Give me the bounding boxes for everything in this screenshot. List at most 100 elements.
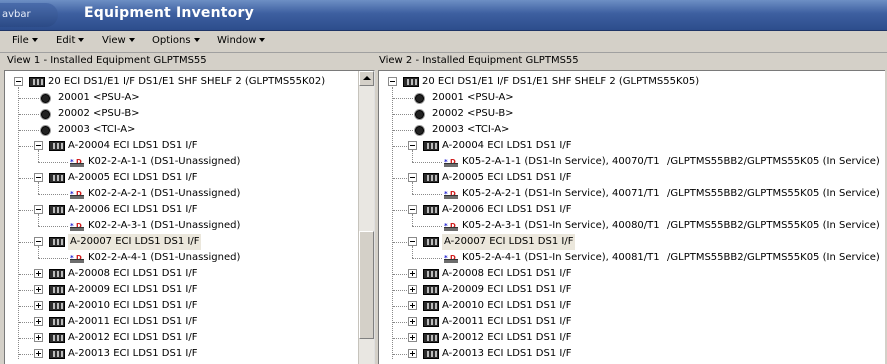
tree-node-card[interactable]: A-20011 ECI LDS1 DS1 I/F xyxy=(379,314,886,330)
port-path: /GLPTMS55BB2/GLPTMS55K05 (In Service) xyxy=(667,252,880,263)
tree-connector xyxy=(393,210,407,211)
card-icon xyxy=(49,285,65,295)
collapse-toggle[interactable] xyxy=(34,173,43,182)
tree-connector xyxy=(412,182,413,194)
menu-options[interactable]: Options xyxy=(152,35,200,46)
tree-node-card[interactable]: A-20009 ECI LDS1 DS1 I/F xyxy=(5,282,374,298)
collapse-toggle[interactable] xyxy=(408,237,417,246)
expand-toggle[interactable] xyxy=(408,269,417,278)
tree-connector xyxy=(412,246,413,258)
card-icon xyxy=(49,333,65,343)
tree-connector xyxy=(38,182,39,194)
unit-status-icon xyxy=(415,94,424,103)
menu-window[interactable]: Window xyxy=(217,35,266,46)
expand-toggle[interactable] xyxy=(34,285,43,294)
collapse-toggle[interactable] xyxy=(34,205,43,214)
tree-node-shelf[interactable]: 20 ECI DS1/E1 I/F DS1/E1 SHF SHELF 2 (GL… xyxy=(5,74,355,90)
tree-node-port[interactable]: * D K02-2-A-3-1 (DS1-Unassigned) xyxy=(5,214,374,234)
tree-node-card[interactable]: A-20010 ECI LDS1 DS1 I/F xyxy=(5,298,374,314)
tree-node-card[interactable]: A-20004 ECI LDS1 DS1 I/F xyxy=(379,138,886,154)
tree-node-unit[interactable]: 20002 <PSU-B> xyxy=(5,106,374,122)
tree-node-card[interactable]: A-20007 ECI LDS1 DS1 I/F xyxy=(379,234,886,250)
tree-node-card[interactable]: A-20011 ECI LDS1 DS1 I/F xyxy=(5,314,374,330)
tree-node-card[interactable]: A-20006 ECI LDS1 DS1 I/F xyxy=(5,202,374,218)
expand-toggle[interactable] xyxy=(408,333,417,342)
tree-node-card[interactable]: A-20013 ECI LDS1 DS1 I/F xyxy=(5,346,374,362)
tree-connector xyxy=(19,306,33,307)
left-tree-pane[interactable]: 20 ECI DS1/E1 I/F DS1/E1 SHF SHELF 2 (GL… xyxy=(4,70,375,364)
app-title: Equipment Inventory xyxy=(84,5,254,21)
tree-node-card[interactable]: A-20005 ECI LDS1 DS1 I/F xyxy=(5,170,374,186)
card-label: A-20005 ECI LDS1 DS1 I/F xyxy=(442,172,572,183)
tree-node-card[interactable]: A-20010 ECI LDS1 DS1 I/F xyxy=(379,298,886,314)
expand-toggle[interactable] xyxy=(408,285,417,294)
tree-node-unit[interactable]: 20003 <TCI-A> xyxy=(379,122,886,138)
tree-connector xyxy=(19,290,33,291)
tree-connector xyxy=(19,354,33,355)
expand-toggle[interactable] xyxy=(34,301,43,310)
scroll-up-button[interactable] xyxy=(359,71,374,86)
tree-node-card[interactable]: A-20009 ECI LDS1 DS1 I/F xyxy=(379,282,886,298)
expand-toggle[interactable] xyxy=(34,349,43,358)
tree-node-card[interactable]: A-20012 ECI LDS1 DS1 I/F xyxy=(5,330,374,346)
card-label: A-20007 ECI LDS1 DS1 I/F xyxy=(442,234,576,250)
chevron-down-icon xyxy=(31,38,38,42)
unit-status-icon xyxy=(415,126,424,135)
card-label: A-20012 ECI LDS1 DS1 I/F xyxy=(442,332,572,343)
unit-label: 20001 <PSU-A> xyxy=(432,92,514,103)
collapse-toggle[interactable] xyxy=(408,141,417,150)
tree-node-unit[interactable]: 20002 <PSU-B> xyxy=(379,106,886,122)
collapse-toggle[interactable] xyxy=(408,205,417,214)
tree-connector xyxy=(19,98,39,99)
collapse-toggle[interactable] xyxy=(14,77,23,86)
left-view-label: View 1 - Installed Equipment GLPTMS55 xyxy=(7,55,207,66)
collapse-toggle[interactable] xyxy=(408,173,417,182)
tree-node-shelf[interactable]: 20 ECI DS1/E1 I/F DS1/E1 SHF SHELF 2 (GL… xyxy=(379,74,729,90)
tree-node-port[interactable]: * D K05-2-A-4-1 (DS1-In Service), 40081/T1… xyxy=(379,246,886,266)
collapse-toggle[interactable] xyxy=(34,237,43,246)
menu-edit[interactable]: Edit xyxy=(56,35,85,46)
tree-node-unit[interactable]: 20001 <PSU-A> xyxy=(379,90,886,106)
collapse-toggle[interactable] xyxy=(388,77,397,86)
port-label: K05-2-A-4-1 (DS1-In Service), 40081/T1 xyxy=(462,252,660,263)
tree-node-port[interactable]: * D K05-2-A-3-1 (DS1-In Service), 40080/T1… xyxy=(379,214,886,234)
port-label: K02-2-A-4-1 (DS1-Unassigned) xyxy=(88,252,241,263)
tree-node-port[interactable]: * D K02-2-A-2-1 (DS1-Unassigned) xyxy=(5,182,374,202)
menu-file[interactable]: File xyxy=(12,35,38,46)
tree-connector xyxy=(393,290,407,291)
tree-connector xyxy=(412,150,413,162)
menu-view[interactable]: View xyxy=(102,35,135,46)
unit-status-icon xyxy=(41,110,50,119)
tree-node-card[interactable]: A-20013 ECI LDS1 DS1 I/F xyxy=(379,346,886,362)
expand-toggle[interactable] xyxy=(34,317,43,326)
tree-node-card[interactable]: A-20006 ECI LDS1 DS1 I/F xyxy=(379,202,886,218)
unit-status-icon xyxy=(41,126,50,135)
expand-toggle[interactable] xyxy=(408,317,417,326)
card-label: A-20013 ECI LDS1 DS1 I/F xyxy=(442,348,572,359)
collapse-toggle[interactable] xyxy=(34,141,43,150)
tree-node-card[interactable]: A-20008 ECI LDS1 DS1 I/F xyxy=(379,266,886,282)
tree-connector xyxy=(393,146,407,147)
tree-node-port[interactable]: * D K02-2-A-1-1 (DS1-Unassigned) xyxy=(5,150,374,170)
card-icon xyxy=(49,173,65,183)
tree-node-card[interactable]: A-20007 ECI LDS1 DS1 I/F xyxy=(5,234,374,250)
card-icon xyxy=(49,317,65,327)
tree-node-card[interactable]: A-20005 ECI LDS1 DS1 I/F xyxy=(379,170,886,186)
tree-node-port[interactable]: * D K05-2-A-2-1 (DS1-In Service), 40071/T1… xyxy=(379,182,886,202)
tree-node-unit[interactable]: 20003 <TCI-A> xyxy=(5,122,374,138)
expand-toggle[interactable] xyxy=(408,349,417,358)
tree-node-card[interactable]: A-20004 ECI LDS1 DS1 I/F xyxy=(5,138,374,154)
expand-toggle[interactable] xyxy=(408,301,417,310)
tree-connector xyxy=(19,210,33,211)
right-tree-pane[interactable]: 20 ECI DS1/E1 I/F DS1/E1 SHF SHELF 2 (GL… xyxy=(378,70,887,364)
card-icon xyxy=(423,349,439,359)
tree-node-unit[interactable]: 20001 <PSU-A> xyxy=(5,90,374,106)
expand-toggle[interactable] xyxy=(34,333,43,342)
tree-node-card[interactable]: A-20008 ECI LDS1 DS1 I/F xyxy=(5,266,374,282)
tree-connector xyxy=(38,214,39,226)
expand-toggle[interactable] xyxy=(34,269,43,278)
navbar-tab[interactable]: avbar xyxy=(0,3,58,27)
tree-node-card[interactable]: A-20012 ECI LDS1 DS1 I/F xyxy=(379,330,886,346)
tree-node-port[interactable]: * D K05-2-A-1-1 (DS1-In Service), 40070/T1… xyxy=(379,150,886,170)
tree-node-port[interactable]: * D K02-2-A-4-1 (DS1-Unassigned) xyxy=(5,246,374,266)
